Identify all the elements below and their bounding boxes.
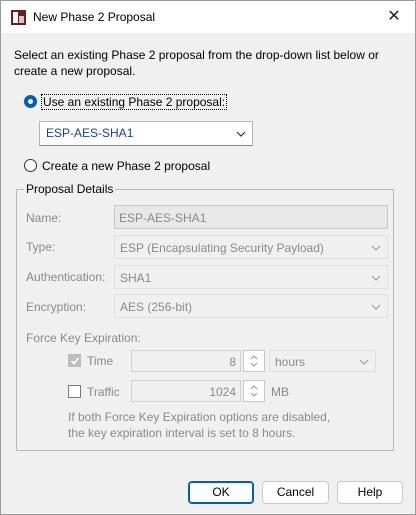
close-icon[interactable]: ✕	[381, 5, 407, 29]
time-spinner	[243, 350, 265, 372]
spinner-arrows-icon	[250, 385, 258, 397]
help-button[interactable]: Help	[337, 481, 403, 504]
time-value-field: 8	[131, 350, 241, 372]
expiration-note: If both Force Key Expiration options are…	[68, 410, 331, 440]
encryption-select: AES (256-bit)	[114, 294, 388, 318]
traffic-checkbox[interactable]	[68, 385, 81, 398]
app-icon	[11, 10, 26, 25]
check-icon	[70, 357, 80, 365]
use-existing-radio[interactable]	[24, 95, 37, 108]
window-title: New Phase 2 Proposal	[33, 10, 156, 24]
existing-proposal-select[interactable]: ESP-AES-SHA1	[39, 121, 253, 146]
name-value: ESP-AES-SHA1	[119, 211, 207, 225]
proposal-details-label: Proposal Details	[24, 182, 116, 196]
encryption-value: AES (256-bit)	[120, 300, 193, 314]
existing-proposal-value: ESP-AES-SHA1	[46, 126, 134, 140]
traffic-value-field: 1024	[131, 380, 241, 402]
time-label: Time	[87, 354, 114, 368]
title-bar: New Phase 2 Proposal ✕	[1, 1, 415, 33]
chevron-down-icon	[371, 245, 381, 251]
dialog-window: New Phase 2 Proposal ✕ Select an existin…	[0, 0, 416, 515]
encryption-label: Encryption:	[26, 300, 87, 314]
force-key-expiration-label: Force Key Expiration:	[26, 331, 141, 345]
time-checkbox	[68, 354, 81, 367]
authentication-value: SHA1	[120, 271, 152, 285]
spinner-arrows-icon	[250, 355, 258, 367]
type-label: Type:	[26, 240, 56, 254]
create-new-label[interactable]: Create a new Phase 2 proposal	[42, 159, 210, 173]
chevron-down-icon	[236, 131, 246, 137]
create-new-radio[interactable]	[24, 159, 37, 172]
traffic-spinner	[243, 380, 265, 402]
traffic-label: Traffic	[87, 385, 120, 399]
name-label: Name:	[26, 211, 62, 225]
type-select: ESP (Encapsulating Security Payload)	[114, 235, 388, 259]
cancel-button[interactable]: Cancel	[262, 481, 329, 504]
ok-button[interactable]: OK	[188, 481, 254, 504]
name-field: ESP-AES-SHA1	[114, 205, 388, 229]
time-unit-select: hours	[269, 350, 376, 372]
traffic-value: 1024	[209, 385, 236, 399]
authentication-select: SHA1	[114, 265, 388, 289]
use-existing-label[interactable]: Use an existing Phase 2 proposal:	[41, 94, 228, 110]
traffic-unit-label: MB	[271, 385, 289, 399]
chevron-down-icon	[371, 275, 381, 281]
authentication-label: Authentication:	[26, 270, 106, 284]
chevron-down-icon	[359, 359, 369, 365]
chevron-down-icon	[371, 304, 381, 310]
type-value: ESP (Encapsulating Security Payload)	[120, 241, 324, 255]
time-value: 8	[229, 355, 236, 369]
instruction-text: Select an existing Phase 2 proposal from…	[14, 48, 379, 78]
time-unit-value: hours	[275, 355, 306, 369]
